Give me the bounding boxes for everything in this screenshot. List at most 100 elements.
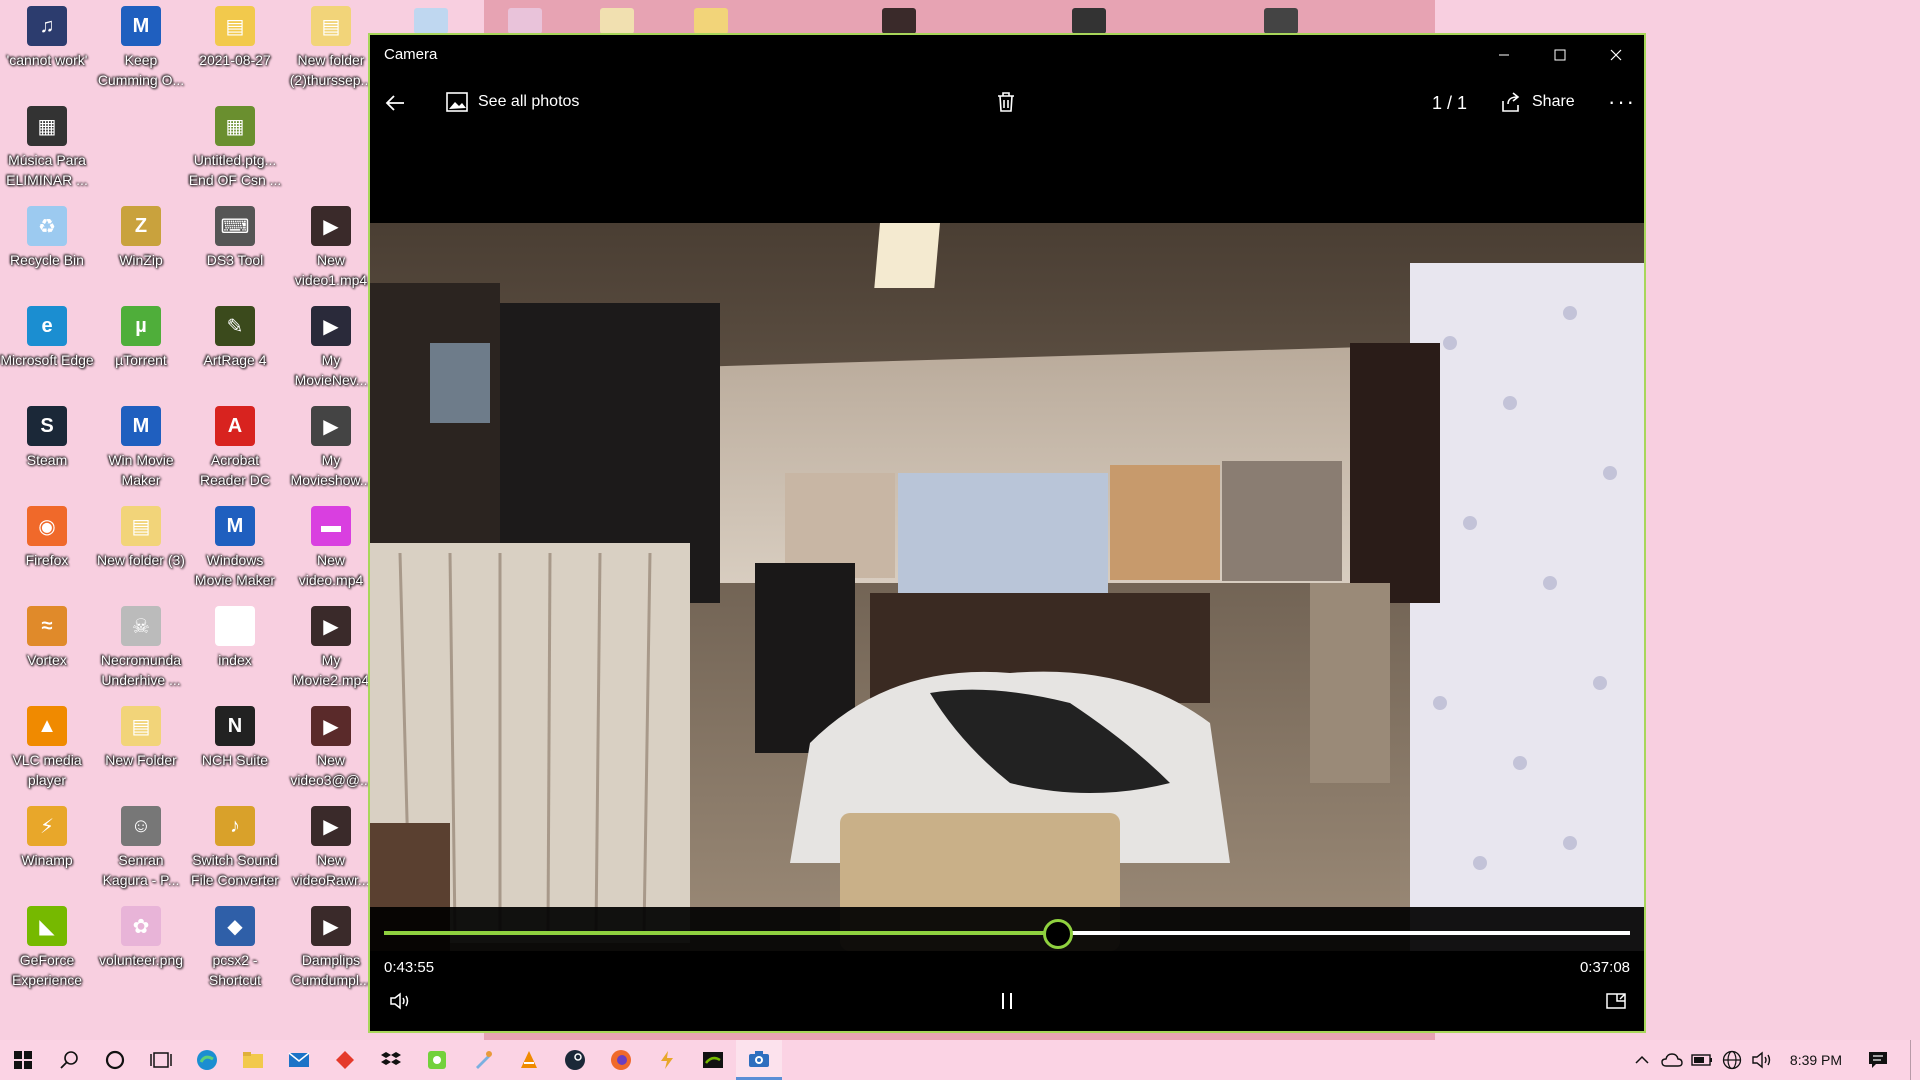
see-all-photos-button[interactable]: See all photos [446, 91, 579, 113]
partial-video-icon[interactable] [882, 8, 916, 34]
volume-button[interactable] [384, 985, 416, 1017]
delete-button[interactable] [996, 91, 1016, 113]
desktop-icon[interactable]: ▲ VLC media player [0, 706, 94, 790]
volume-tray[interactable] [1748, 1040, 1776, 1080]
taskbar-firefox[interactable] [598, 1040, 644, 1080]
chevron-up-icon [1635, 1055, 1649, 1064]
desktop-icon[interactable]: ▦ Música Para ELIMINAR ... [0, 106, 94, 190]
close-button[interactable] [1588, 35, 1644, 75]
minimize-button[interactable] [1476, 35, 1532, 75]
taskbar-steam[interactable] [552, 1040, 598, 1080]
desktop-icon[interactable]: A Acrobat Reader DC [188, 406, 282, 490]
desktop-icon[interactable]: µ µTorrent [94, 306, 188, 370]
desktop-icon[interactable]: ◆ pcsx2 - Shortcut [188, 906, 282, 990]
partial-video-icon[interactable] [1264, 8, 1298, 34]
pause-button[interactable] [991, 985, 1023, 1017]
desktop-icon[interactable]: ▶ My Movie2.mp4 [284, 606, 378, 690]
back-button[interactable] [384, 93, 406, 113]
desktop-icon[interactable]: ♪ Switch Sound File Converter [188, 806, 282, 890]
desktop-icon-label: DS3 Tool [206, 252, 264, 268]
show-hidden-icons-button[interactable] [1628, 1040, 1656, 1080]
partial-file-icon[interactable] [508, 8, 542, 34]
desktop-icon[interactable]: e Microsoft Edge [0, 306, 94, 370]
action-center-button[interactable] [1862, 1040, 1894, 1080]
show-desktop-button[interactable] [1910, 1040, 1920, 1080]
taskbar: 8:39 PM [0, 1040, 1920, 1080]
photo-toolbar: See all photos 1 / 1 Share ··· [370, 75, 1644, 133]
desktop-icon[interactable]: ▤ 2021-08-27 [188, 6, 282, 70]
desktop-icon-glyph: ◆ [227, 915, 243, 938]
taskbar-vlc[interactable] [506, 1040, 552, 1080]
desktop-icon[interactable]: ▦ Untitled.ptg... End OF Csn ... [188, 106, 282, 190]
desktop-icon[interactable]: ◉ Firefox [0, 506, 94, 570]
desktop-icon[interactable]: ✎ ArtRage 4 [188, 306, 282, 370]
desktop-icon[interactable]: ⌨ DS3 Tool [188, 206, 282, 270]
desktop-icon[interactable]: S Steam [0, 406, 94, 470]
taskbar-app-red[interactable] [322, 1040, 368, 1080]
clock[interactable]: 8:39 PM [1780, 1040, 1852, 1080]
video-frame[interactable] [370, 223, 1644, 951]
desktop-icon[interactable]: ▬ New video.mp4 [284, 506, 378, 590]
title-bar: Camera [370, 35, 1644, 75]
partial-folder-icon[interactable] [694, 8, 728, 34]
network-tray[interactable] [1718, 1040, 1746, 1080]
desktop-icon-image: ▶ [311, 306, 351, 346]
desktop-icon-glyph: ◣ [39, 915, 55, 938]
desktop-icon-label: My MovieNev... [294, 352, 368, 388]
desktop-icon[interactable]: ▶ New video1.mp4 [284, 206, 378, 290]
start-button[interactable] [0, 1040, 46, 1080]
desktop-icon[interactable]: ▤ New folder (3) [94, 506, 188, 570]
desktop-icon-glyph: S [40, 414, 54, 437]
desktop-icon[interactable]: ☠ Necromunda Underhive ... [94, 606, 188, 690]
desktop-icon[interactable]: ▶ My Movieshow... [284, 406, 378, 490]
desktop-icon[interactable]: ▶ New videoRawr... [284, 806, 378, 890]
desktop-icon[interactable]: ♫ 'cannot work' [0, 6, 94, 70]
desktop-icon[interactable]: ▶ New video3@@... [284, 706, 378, 790]
partial-file-icon[interactable] [414, 8, 448, 34]
desktop-icon[interactable]: ◣ GeForce Experience [0, 906, 94, 990]
seek-thumb[interactable] [1042, 919, 1073, 949]
desktop-icon[interactable]: ▶ My MovieNev... [284, 306, 378, 390]
desktop-icon[interactable]: ≈ Vortex [0, 606, 94, 670]
onedrive-tray[interactable] [1658, 1040, 1686, 1080]
partial-video-icon[interactable] [1072, 8, 1106, 34]
desktop-icon[interactable]: ▤ New folder (2)thurssep... [284, 6, 378, 90]
desktop-icon-label: My Movie2.mp4 [292, 652, 370, 688]
desktop-icon-label: Keep Cumming O... [97, 52, 185, 88]
desktop-icon[interactable]: Z WinZip [94, 206, 188, 270]
desktop-icon[interactable]: ♻ Recycle Bin [0, 206, 94, 270]
desktop-icon[interactable]: ▤ New Folder [94, 706, 188, 770]
partial-folder-icon[interactable] [600, 8, 634, 34]
search-button[interactable] [46, 1040, 92, 1080]
desktop-icon[interactable]: M Win Movie Maker [94, 406, 188, 490]
taskbar-geforce[interactable] [690, 1040, 736, 1080]
taskbar-edge[interactable] [184, 1040, 230, 1080]
taskbar-dropbox[interactable] [368, 1040, 414, 1080]
share-button[interactable]: Share [1500, 91, 1575, 113]
desktop-icon-glyph: ▶ [323, 315, 339, 338]
taskbar-app-green[interactable] [414, 1040, 460, 1080]
taskbar-paint[interactable] [460, 1040, 506, 1080]
desktop-icon[interactable]: M Keep Cumming O... [94, 6, 188, 90]
taskbar-mail[interactable] [276, 1040, 322, 1080]
maximize-button[interactable] [1532, 35, 1588, 75]
desktop-icon-image: ♫ [27, 6, 67, 46]
more-options-button[interactable]: ··· [1608, 89, 1636, 115]
taskbar-camera[interactable] [736, 1040, 782, 1080]
battery-tray[interactable] [1688, 1040, 1716, 1080]
seek-bar[interactable] [384, 919, 1630, 949]
desktop-icon[interactable]: M Windows Movie Maker [188, 506, 282, 590]
desktop-icon[interactable]: ▯ index [188, 606, 282, 670]
paint-icon [476, 1051, 492, 1069]
taskbar-file-explorer[interactable] [230, 1040, 276, 1080]
desktop-icon[interactable]: ⚡ Winamp [0, 806, 94, 870]
desktop-icon[interactable]: ▶ Damplips Cumdumpl... [284, 906, 378, 990]
mini-view-button[interactable] [1600, 985, 1632, 1017]
cortana-button[interactable] [92, 1040, 138, 1080]
desktop-icon[interactable]: N NCH Suite [188, 706, 282, 770]
dropbox-icon [381, 1052, 401, 1065]
desktop-icon[interactable]: ☺ Senran Kagura - P... [94, 806, 188, 890]
taskbar-winamp[interactable] [644, 1040, 690, 1080]
desktop-icon[interactable]: ✿ volunteer.png [94, 906, 188, 970]
task-view-button[interactable] [138, 1040, 184, 1080]
